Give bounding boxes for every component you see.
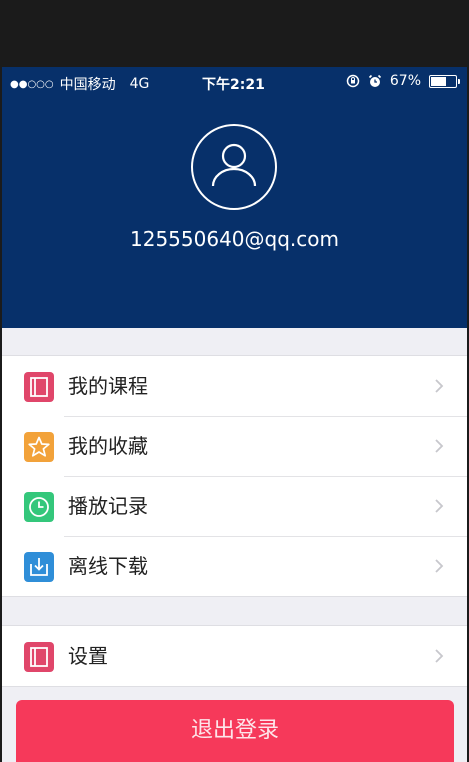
book-icon xyxy=(24,372,54,402)
menu-item-my-favorites[interactable]: 我的收藏 xyxy=(2,416,467,476)
profile-header: ●●○○○ 中国移动 4G 下午2:21 67% 125550640@qq.co… xyxy=(2,67,467,328)
chevron-right-icon xyxy=(435,379,444,393)
screen: ●●○○○ 中国移动 4G 下午2:21 67% 125550640@qq.co… xyxy=(2,67,467,762)
logout-button[interactable]: 退出登录 xyxy=(16,700,454,762)
menu-item-settings[interactable]: 设置 xyxy=(2,626,467,686)
signal-strength: ●●○○○ xyxy=(10,78,54,90)
menu-item-offline-download[interactable]: 离线下载 xyxy=(2,536,467,596)
user-email: 125550640@qq.com xyxy=(130,227,339,251)
user-avatar-icon[interactable] xyxy=(191,124,277,210)
menu-item-label: 离线下载 xyxy=(68,554,148,578)
network-type: 4G xyxy=(129,76,150,92)
menu-item-label: 播放记录 xyxy=(68,494,148,518)
device-top-bezel xyxy=(0,0,469,67)
orientation-lock-icon xyxy=(346,74,360,88)
status-right: 67% xyxy=(346,73,460,89)
chevron-right-icon xyxy=(435,499,444,513)
chevron-right-icon xyxy=(435,439,444,453)
settings-label: 设置 xyxy=(68,644,108,668)
status-left: ●●○○○ 中国移动 4G xyxy=(10,74,149,94)
battery-fill xyxy=(431,76,446,86)
menu-item-play-history[interactable]: 播放记录 xyxy=(2,476,467,536)
menu-item-label: 我的课程 xyxy=(68,374,148,398)
download-icon xyxy=(24,552,54,582)
menu-group: 我的课程 我的收藏 播放记录 离线下载 xyxy=(2,355,467,597)
chevron-right-icon xyxy=(435,649,444,663)
menu-item-my-courses[interactable]: 我的课程 xyxy=(2,356,467,416)
carrier-name: 中国移动 xyxy=(59,77,116,93)
battery-icon xyxy=(429,74,460,88)
menu-item-label: 我的收藏 xyxy=(68,434,148,458)
avatar-person-icon xyxy=(211,143,257,187)
star-icon xyxy=(24,432,54,462)
status-bar: ●●○○○ 中国移动 4G 下午2:21 67% xyxy=(2,67,467,97)
book-icon xyxy=(24,642,54,672)
chevron-right-icon xyxy=(435,559,444,573)
clock-icon xyxy=(24,492,54,522)
settings-group: 设置 xyxy=(2,625,467,687)
battery-percent: 67% xyxy=(389,73,421,89)
status-time: 下午2:21 xyxy=(202,77,265,93)
alarm-icon xyxy=(368,74,381,87)
